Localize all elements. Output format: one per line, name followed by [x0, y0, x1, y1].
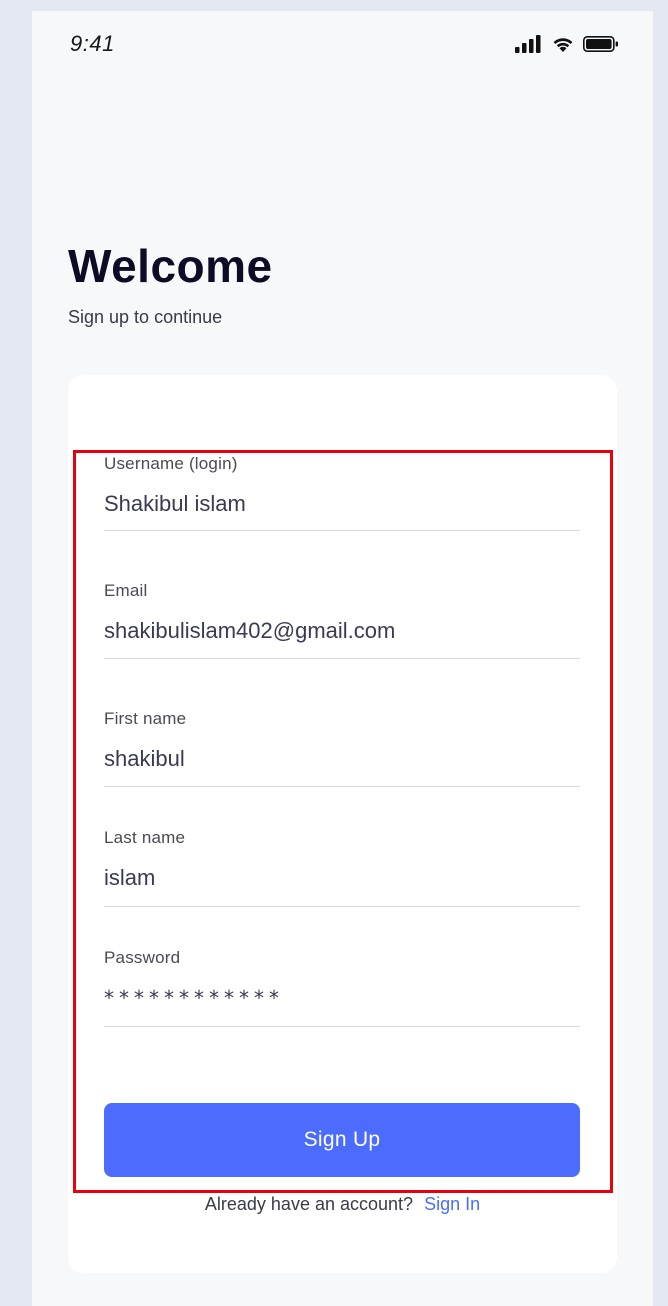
page-title: Welcome	[68, 240, 273, 292]
sign-in-prompt: Already have an account? Sign In	[32, 1194, 653, 1215]
last-name-label: Last name	[104, 828, 186, 847]
battery-icon	[583, 35, 618, 52]
first-name-input[interactable]	[104, 743, 580, 775]
username-label: Username (login)	[104, 454, 238, 473]
first-name-underline	[104, 786, 580, 787]
page-subtitle: Sign up to continue	[68, 307, 223, 327]
last-name-underline	[104, 906, 580, 907]
sign-in-link[interactable]: Sign In	[424, 1194, 480, 1214]
status-bar: 9:41	[32, 11, 653, 81]
email-field: Email	[104, 581, 580, 661]
password-input[interactable]: ************	[104, 986, 284, 1010]
sign-in-prompt-text: Already have an account?	[204, 1194, 414, 1214]
first-name-label: First name	[104, 709, 187, 728]
email-input[interactable]	[104, 615, 580, 647]
status-time: 9:41	[70, 31, 115, 56]
last-name-input[interactable]	[104, 862, 580, 894]
username-underline	[104, 530, 580, 531]
last-name-field: Last name	[104, 828, 580, 908]
wifi-icon	[553, 38, 573, 52]
email-underline	[104, 658, 580, 659]
email-label: Email	[104, 581, 148, 600]
sign-up-button[interactable]: Sign Up	[104, 1103, 580, 1177]
password-field: Password ************	[104, 948, 580, 1028]
status-icons	[515, 35, 619, 53]
password-underline	[104, 1026, 580, 1027]
first-name-field: First name	[104, 709, 580, 789]
signal-icon	[515, 35, 541, 53]
phone-screen: 9:41 Welcome Sign up to continue Usernam…	[32, 11, 653, 1306]
username-field: Username (login)	[104, 454, 580, 534]
username-input[interactable]	[104, 488, 580, 520]
password-label: Password	[104, 948, 181, 967]
